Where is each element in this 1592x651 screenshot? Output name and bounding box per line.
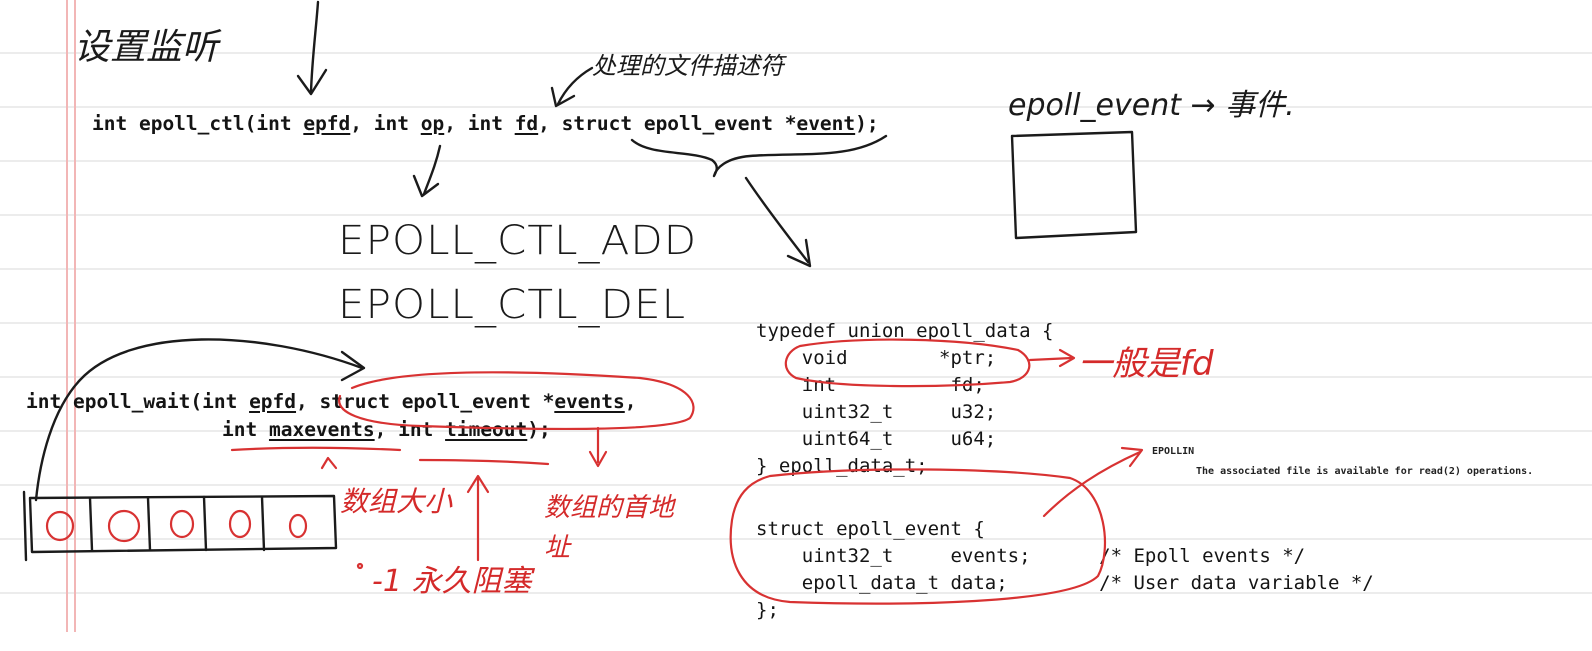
man-epollin-term: EPOLLIN	[1152, 446, 1195, 457]
epoll-wait-prototype-line1: int epoll_wait(int epfd, struct epoll_ev…	[26, 388, 637, 415]
wait-suffix: );	[527, 418, 551, 441]
ctl-epfd-param: epfd	[303, 112, 351, 135]
ctl-fd-param: fd	[514, 112, 539, 135]
wait-events-param: events	[554, 390, 625, 413]
note-array-size: 数组大小	[340, 485, 453, 518]
note-usually-fd: 一般是fd	[1078, 344, 1214, 384]
wait-prefix: int epoll_wait(int	[26, 390, 250, 413]
union-line: int fd;	[756, 374, 985, 396]
union-line: } epoll_data_t;	[756, 455, 928, 477]
note-array-address: 数组的首地址	[544, 493, 675, 563]
epoll-ctl-prototype: int epoll_ctl(int epfd, int op, int fd, …	[92, 110, 879, 137]
man-epollin-desc: The associated file is available for rea…	[1196, 466, 1534, 477]
ctl-op-param: op	[420, 112, 445, 135]
wait-epfd-param: epfd	[249, 390, 297, 413]
union-line: void *ptr;	[756, 347, 997, 369]
wait-maxevents-param: maxevents	[268, 418, 375, 441]
epoll-data-union: typedef union epoll_data { void *ptr; in…	[756, 291, 1053, 507]
ctl-sep2: , int	[444, 112, 515, 135]
wait-timeout-param: timeout	[445, 418, 528, 441]
union-line: uint64_t u64;	[756, 428, 997, 450]
ctl-event-param: event	[796, 112, 856, 135]
struct-line: uint32_t events; /* Epoll events */	[756, 545, 1306, 567]
margin-line-left	[66, 0, 68, 632]
wait-comma: ,	[624, 390, 637, 413]
margin-line-right	[74, 0, 76, 632]
epoll-wait-prototype-line2: int maxevents, int timeout);	[222, 416, 551, 443]
note-fd-description: 处理的文件描述符	[592, 52, 784, 80]
struct-line: epoll_data_t data; /* User data variable…	[756, 572, 1374, 594]
wait-sep2: , int	[374, 418, 446, 441]
note-epoll-ctl-add: EPOLL_CTL_ADD	[338, 218, 698, 264]
ctl-sep1: , int	[350, 112, 421, 135]
union-line: uint32_t u32;	[756, 401, 997, 423]
ctl-suffix: );	[855, 112, 879, 135]
wait-indent: int	[222, 418, 269, 441]
note-epoll-ctl-del: EPOLL_CTL_DEL	[338, 282, 687, 328]
note-set-listen: 设置监听	[74, 27, 219, 68]
ctl-prefix: int epoll_ctl(int	[92, 112, 304, 135]
note-epoll-event-is-event: epoll_event → 事件.	[1008, 88, 1295, 123]
wait-sep1: , struct epoll_event *	[296, 390, 555, 413]
union-line: typedef union epoll_data {	[756, 320, 1054, 342]
epoll-event-struct: struct epoll_event { uint32_t events; /*…	[756, 489, 1374, 651]
note-minus-one-block: -1 永久阻塞	[372, 564, 532, 599]
struct-line: struct epoll_event {	[756, 518, 985, 540]
struct-line: };	[756, 599, 779, 621]
ctl-sep3: , struct epoll_event *	[538, 112, 797, 135]
